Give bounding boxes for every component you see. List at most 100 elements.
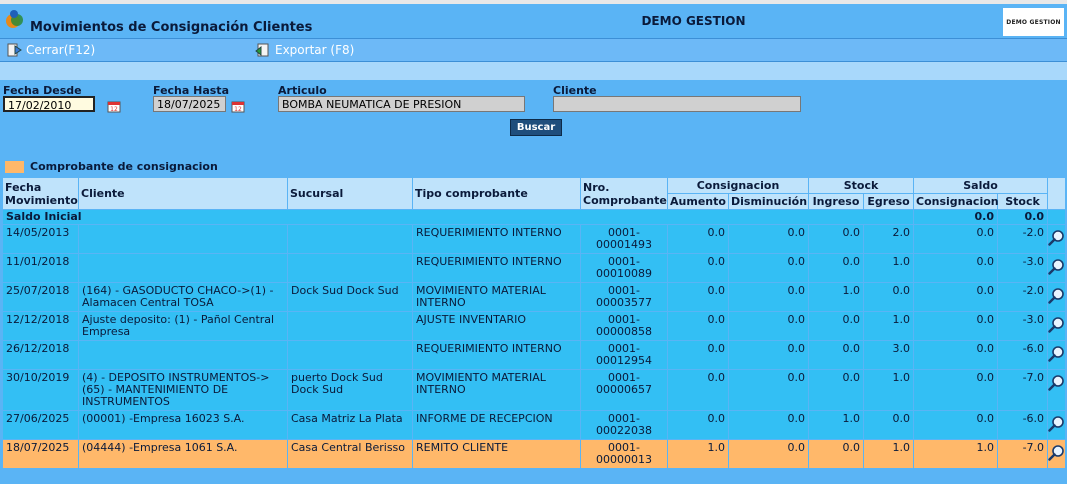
cell-cliente (78, 253, 288, 283)
cell-ingreso: 1.0 (808, 282, 864, 312)
col-actions (1047, 177, 1067, 210)
cell-tipo: REQUERIMIENTO INTERNO (412, 340, 581, 370)
cell-ingreso: 0.0 (808, 224, 864, 254)
cell-fecha: 18/07/2025 (2, 439, 79, 469)
cell-disminucion: 0.0 (728, 369, 809, 411)
cell-nro: 0001-00012954 (580, 340, 668, 370)
cell-sucursal: Casa Central Berisso (287, 439, 413, 469)
cell-saldo-consignacion: 0.0 (913, 282, 999, 312)
search-button[interactable]: Buscar (510, 119, 562, 136)
cell-actions (1047, 340, 1067, 370)
cell-aumento: 0.0 (667, 369, 729, 411)
cell-saldo-stock: -6.0 (997, 340, 1049, 370)
export-button[interactable]: Exportar (F8) (255, 42, 354, 58)
cell-nro: 0001-00003577 (580, 282, 668, 312)
cell-sucursal: Casa Matriz La Plata (287, 410, 413, 440)
col-tipo: Tipo comprobante (412, 177, 581, 210)
cell-disminucion: 0.0 (728, 224, 809, 254)
col-group-saldo: Saldo (913, 177, 1049, 194)
cell-egreso: 1.0 (862, 439, 915, 469)
cell-ingreso: 0.0 (808, 369, 864, 411)
cell-nro: 0001-00010089 (580, 253, 668, 283)
cell-fecha: 14/05/2013 (2, 224, 79, 254)
cell-disminucion: 0.0 (728, 340, 809, 370)
col-fecha: Fecha Movimiento (2, 177, 79, 210)
cell-fecha: 30/10/2019 (2, 369, 79, 411)
cell-ingreso: 0.0 (808, 439, 864, 469)
cell-saldo-consignacion: 0.0 (913, 410, 999, 440)
cell-saldo-consignacion: 0.0 (913, 311, 999, 341)
cell-nro: 0001-00000858 (580, 311, 668, 341)
close-button-label: Cerrar(F12) (26, 43, 96, 57)
col-saldo-consignacion: Consignacion (913, 193, 999, 210)
saldo-inicial-consignacion: 0.0 (913, 209, 999, 225)
svg-text:12: 12 (234, 106, 242, 113)
cell-saldo-stock: -3.0 (997, 253, 1049, 283)
cell-tipo: MOVIMIENTO MATERIAL INTERNO (412, 369, 581, 411)
magnifier-icon[interactable] (1048, 316, 1065, 333)
cell-egreso: 1.0 (862, 253, 915, 283)
magnifier-icon[interactable] (1048, 229, 1065, 246)
saldo-inicial-label: Saldo Inicial (1, 209, 915, 225)
cell-ingreso: 0.0 (808, 340, 864, 370)
cell-tipo: REMITO CLIENTE (412, 439, 581, 469)
date-to-input[interactable]: 18/07/2025 (153, 96, 226, 112)
cell-actions (1047, 282, 1067, 312)
cell-tipo: REQUERIMIENTO INTERNO (412, 253, 581, 283)
cell-actions (1047, 369, 1067, 411)
cell-saldo-stock: -2.0 (997, 282, 1049, 312)
client-input[interactable] (553, 96, 801, 112)
cell-aumento: 0.0 (667, 410, 729, 440)
cell-ingreso: 1.0 (808, 410, 864, 440)
date-from-input[interactable]: 17/02/2010 (3, 96, 95, 112)
cell-nro: 0001-00022038 (580, 410, 668, 440)
cell-saldo-stock: -7.0 (997, 369, 1049, 411)
cell-cliente: (00001) -Empresa 16023 S.A. (78, 410, 288, 440)
cell-disminucion: 0.0 (728, 410, 809, 440)
cell-tipo: MOVIMIENTO MATERIAL INTERNO (412, 282, 581, 312)
magnifier-icon[interactable] (1048, 258, 1065, 275)
cell-aumento: 0.0 (667, 340, 729, 370)
cell-aumento: 0.0 (667, 224, 729, 254)
company-name: DEMO GESTION (641, 14, 746, 28)
saldo-inicial-stock: 0.0 (997, 209, 1049, 225)
cell-disminucion: 0.0 (728, 282, 809, 312)
table-row: 14/05/2013 REQUERIMIENTO INTERNO 0001-0000… (2, 224, 1067, 254)
table-row: 12/12/2018 Ajuste deposito: (1) - Pañol C… (2, 311, 1067, 341)
cell-nro: 0001-00000013 (580, 439, 668, 469)
table-row: 11/01/2018 REQUERIMIENTO INTERNO 0001-0001… (2, 253, 1067, 283)
cell-egreso: 3.0 (862, 340, 915, 370)
article-input[interactable]: BOMBA NEUMATICA DE PRESION (278, 96, 525, 112)
col-cliente: Cliente (78, 177, 288, 210)
magnifier-icon[interactable] (1048, 374, 1065, 391)
cell-cliente: (4) - DEPOSITO INSTRUMENTOS->(65) - MANT… (78, 369, 288, 411)
table-row: 27/06/2025 (00001) -Empresa 16023 S.A. Cas… (2, 410, 1067, 440)
table-row: 18/07/2025 (04444) -Empresa 1061 S.A. Casa… (2, 439, 1067, 469)
cell-egreso: 0.0 (862, 410, 915, 440)
magnifier-icon[interactable] (1048, 287, 1065, 304)
magnifier-icon[interactable] (1048, 345, 1065, 362)
table-row: 25/07/2018 (164) - GASODUCTO CHACO->(1) -… (2, 282, 1067, 312)
cell-fecha: 25/07/2018 (2, 282, 79, 312)
company-logo: DEMO GESTION (1003, 8, 1064, 36)
cell-egreso: 1.0 (862, 311, 915, 341)
cell-saldo-stock: -2.0 (997, 224, 1049, 254)
magnifier-icon[interactable] (1048, 415, 1065, 432)
cell-saldo-consignacion: 0.0 (913, 253, 999, 283)
toolbar-spacer (0, 62, 1067, 80)
cell-nro: 0001-00001493 (580, 224, 668, 254)
cell-actions (1047, 224, 1067, 254)
calendar-icon[interactable]: 12 (230, 98, 246, 114)
calendar-icon[interactable]: 12 (106, 98, 122, 114)
magnifier-icon[interactable] (1048, 444, 1065, 461)
cell-cliente: Ajuste deposito: (1) - Pañol Central Emp… (78, 311, 288, 341)
cell-sucursal: puerto Dock Sud Dock Sud (287, 369, 413, 411)
cell-saldo-consignacion: 1.0 (913, 439, 999, 469)
close-button[interactable]: Cerrar(F12) (6, 42, 95, 58)
cell-egreso: 2.0 (862, 224, 915, 254)
cell-disminucion: 0.0 (728, 253, 809, 283)
close-icon (7, 43, 22, 57)
movements-table: Fecha Movimiento Cliente Sucursal Tipo c… (1, 177, 1067, 469)
cell-sucursal (287, 253, 413, 283)
export-button-label: Exportar (F8) (275, 43, 355, 57)
